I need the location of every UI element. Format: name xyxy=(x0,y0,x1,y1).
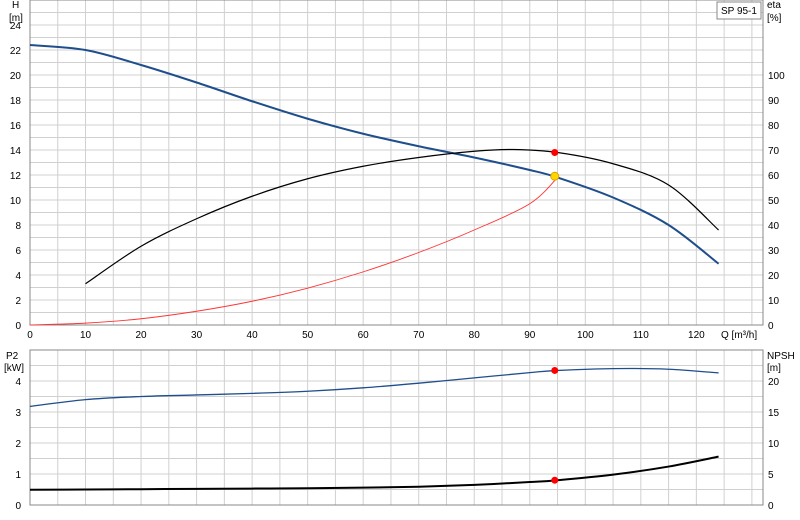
y-left-tick-label: 12 xyxy=(10,171,22,182)
pump-model-label: SP 95-1 xyxy=(721,6,757,17)
x-tick-label: 10 xyxy=(80,330,92,341)
y-right-tick-label: 50 xyxy=(768,196,780,207)
y-right-tick-label: 10 xyxy=(768,296,780,307)
npsh-axis-name: NPSH xyxy=(767,351,795,362)
x-axis-label: Q [m³/h] xyxy=(721,330,757,341)
y-left-tick-label: 16 xyxy=(10,121,22,132)
x-tick-label: 110 xyxy=(633,330,649,341)
p2-axis-unit: [kW] xyxy=(4,363,24,374)
y-right-axis-unit: [%] xyxy=(767,13,782,24)
y-right-tick-label: 60 xyxy=(768,171,780,182)
x-tick-label: 90 xyxy=(524,330,536,341)
p2-tick-label: 3 xyxy=(15,408,21,419)
npsh-point-marker xyxy=(551,476,559,484)
npsh-tick-label: 15 xyxy=(768,408,780,419)
efficiency-point-marker xyxy=(551,149,559,156)
y-left-tick-label: 8 xyxy=(15,221,21,232)
y-left-axis-unit: [m] xyxy=(9,13,23,24)
x-tick-label: 20 xyxy=(135,330,147,341)
y-left-tick-label: 6 xyxy=(15,246,21,257)
y-left-tick-label: 4 xyxy=(15,271,21,282)
y-right-tick-label: 80 xyxy=(768,121,780,132)
npsh-axis-unit: [m] xyxy=(767,363,781,374)
npsh-tick-label: 10 xyxy=(768,439,780,450)
y-left-tick-label: 0 xyxy=(15,321,21,332)
y-right-tick-label: 20 xyxy=(768,271,780,282)
y-right-tick-label: 100 xyxy=(768,71,785,82)
npsh-tick-label: 5 xyxy=(768,470,774,481)
x-tick-label: 40 xyxy=(247,330,259,341)
y-left-tick-label: 2 xyxy=(15,296,21,307)
npsh-tick-label: 0 xyxy=(768,501,774,512)
npsh-tick-label: 20 xyxy=(768,377,780,388)
y-right-tick-label: 30 xyxy=(768,246,780,257)
x-tick-label: 50 xyxy=(302,330,314,341)
y-right-tick-label: 70 xyxy=(768,146,780,157)
x-tick-label: 0 xyxy=(27,330,33,341)
y-left-tick-label: 14 xyxy=(10,146,22,157)
pump-performance-chart: 0 10 20 30 40 50 60 70 80 90 100 110 120 02468101214… xyxy=(0,0,800,520)
y-left-tick-label: 22 xyxy=(10,46,22,57)
y-left-tick-label: 18 xyxy=(10,96,22,107)
x-tick-label: 100 xyxy=(577,330,594,341)
y-left-axis-name: H xyxy=(12,0,19,11)
y-right-tick-label: 0 xyxy=(768,321,774,332)
y-right-tick-label: 40 xyxy=(768,221,780,232)
power-point-marker xyxy=(551,366,559,374)
p2-tick-label: 1 xyxy=(15,470,21,481)
y-left-tick-label: 20 xyxy=(10,71,22,82)
duty-point-marker xyxy=(550,171,560,181)
p2-tick-label: 0 xyxy=(15,501,21,512)
x-tick-label: 80 xyxy=(469,330,481,341)
x-tick-label: 60 xyxy=(358,330,370,341)
y-right-axis-name: eta xyxy=(767,0,781,11)
p2-tick-label: 4 xyxy=(15,377,21,388)
y-right-tick-label: 90 xyxy=(768,96,780,107)
x-tick-label: 30 xyxy=(191,330,203,341)
x-tick-label: 70 xyxy=(413,330,425,341)
p2-axis-name: P2 xyxy=(6,351,19,362)
y-left-tick-label: 10 xyxy=(10,196,22,207)
x-tick-label: 120 xyxy=(688,330,705,341)
p2-tick-label: 2 xyxy=(15,439,21,450)
